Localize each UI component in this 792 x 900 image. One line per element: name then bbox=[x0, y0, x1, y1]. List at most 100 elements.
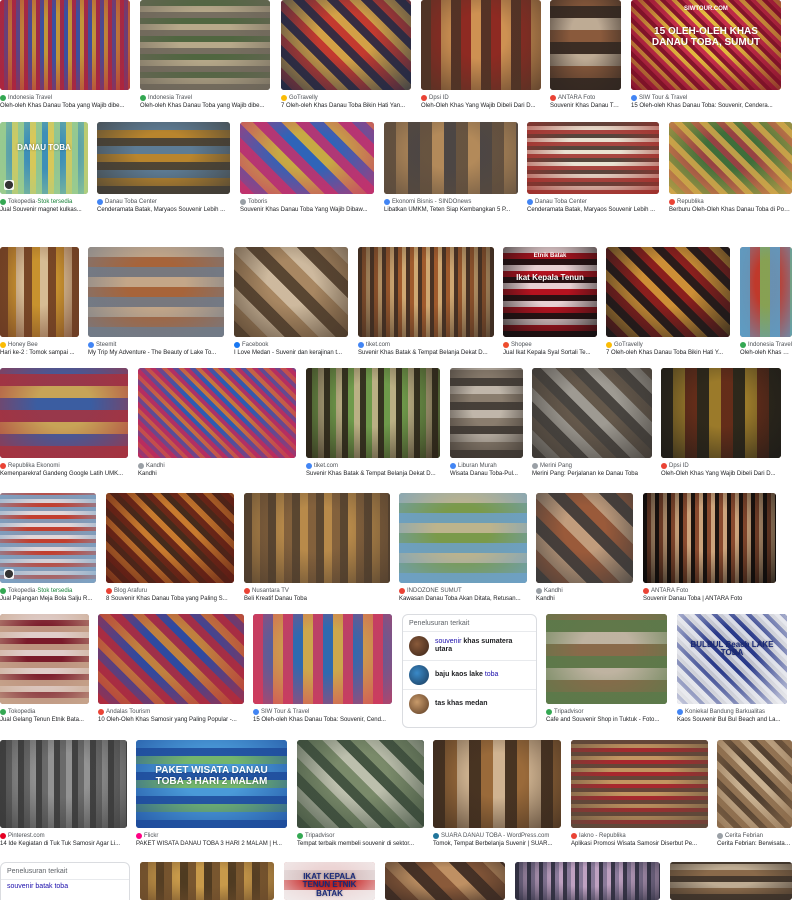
image-result[interactable]: Andalas Tourism 10 Oleh-Oleh Khas Samosir… bbox=[98, 614, 244, 726]
result-source[interactable]: Pinterest.com bbox=[0, 832, 127, 840]
result-caption[interactable]: Oleh-oleh Khas Danau Toba yang Wajib dib… bbox=[140, 102, 270, 110]
image-result[interactable]: Tripadvisor Cafe and Souvenir Shop in Tuk… bbox=[546, 614, 667, 726]
result-thumbnail[interactable] bbox=[527, 122, 659, 194]
result-caption[interactable]: Kawasan Danau Toba Akan Ditata, Retusan.… bbox=[399, 595, 527, 603]
result-source[interactable]: Steemit bbox=[88, 341, 224, 349]
result-source[interactable]: Indonesia Travel bbox=[740, 341, 792, 349]
related-search-item[interactable]: souvenir khas sumatera utara bbox=[403, 631, 536, 660]
result-caption[interactable]: Souvenir Khas Danau Toba Yang Wajib Diba… bbox=[240, 206, 374, 214]
image-result[interactable]: SIW Tour & Travel 15 Oleh-oleh Khas Danau… bbox=[253, 614, 392, 726]
result-caption[interactable]: Beli Kreatif Danau Toba bbox=[244, 595, 390, 603]
image-result[interactable]: Cerita Febrian Cerita Febrian: Berwisata … bbox=[717, 740, 792, 850]
image-result[interactable]: INDOZONE SUMUT Kawasan Danau Toba Akan Di… bbox=[399, 493, 527, 605]
image-result[interactable]: ⬤ Tokopedia · Stok tersedia Jual Pajangan … bbox=[0, 493, 96, 605]
result-source[interactable]: SIW Tour & Travel bbox=[631, 94, 781, 102]
result-caption[interactable]: 14 Ide Kegiatan di Tuk Tuk Samosir Agar … bbox=[0, 840, 127, 848]
image-result[interactable]: Danau Toba Center Cenderamata Batak, Mary… bbox=[97, 122, 230, 216]
result-thumbnail[interactable] bbox=[669, 122, 792, 194]
image-result[interactable]: GoTravelly 7 Oleh-oleh Khas Danau Toba Bi… bbox=[281, 0, 411, 112]
image-result[interactable]: PAKET WISATA DANAU TOBA 3 HARI 2 MALAM Fl… bbox=[136, 740, 287, 850]
result-source[interactable]: GoTravelly bbox=[281, 94, 411, 102]
result-thumbnail[interactable] bbox=[253, 614, 392, 704]
image-result[interactable]: Kandhi Kandhi bbox=[536, 493, 633, 605]
result-source[interactable]: Flickr bbox=[136, 832, 287, 840]
result-thumbnail[interactable] bbox=[244, 493, 390, 583]
result-source[interactable]: Kandhi bbox=[138, 462, 296, 470]
image-result[interactable]: Republika Berburu Oleh-Oleh Khas Danau To… bbox=[669, 122, 792, 216]
result-thumbnail[interactable] bbox=[0, 0, 130, 90]
result-thumbnail[interactable] bbox=[661, 368, 781, 458]
image-result[interactable]: Tripadvisor Tempat terbaik membeli souven… bbox=[297, 740, 424, 850]
image-result[interactable]: Danau Toba Center Cenderamata Batak, Mary… bbox=[527, 122, 659, 216]
result-source[interactable]: Cerita Febrian bbox=[717, 832, 792, 840]
result-thumbnail[interactable] bbox=[643, 493, 776, 583]
result-caption[interactable]: Cenderamata Batak, Maryaos Souvenir Lebi… bbox=[97, 206, 230, 214]
result-thumbnail[interactable] bbox=[240, 122, 374, 194]
result-source[interactable]: Andalas Tourism bbox=[98, 708, 244, 716]
image-result[interactable]: ANTARA Foto Souvenir Danau Toba | ANTARA … bbox=[643, 493, 776, 605]
result-source[interactable]: Toboris bbox=[240, 198, 374, 206]
result-thumbnail[interactable] bbox=[140, 0, 270, 90]
result-source[interactable]: Ekonomi Bisnis - SINDOnews bbox=[384, 198, 518, 206]
result-thumbnail[interactable] bbox=[98, 614, 244, 704]
result-source[interactable]: Danau Toba Center bbox=[97, 198, 230, 206]
image-result[interactable] bbox=[670, 862, 792, 900]
result-caption[interactable]: Cenderamata Batak, Maryaos Souvenir Lebi… bbox=[527, 206, 659, 214]
result-caption[interactable]: 15 Oleh-oleh Khas Danau Toba: Souvenir, … bbox=[253, 716, 392, 724]
result-thumbnail[interactable] bbox=[0, 368, 128, 458]
image-result[interactable]: Dpsi ID Oleh-Oleh Khas Yang Wajib Dibeli … bbox=[421, 0, 541, 112]
image-result[interactable]: ANTARA FotoSouvenir Khas Danau Toba | AN… bbox=[550, 0, 621, 112]
result-thumbnail[interactable]: SIWTOUR.COM 15 OLEH-OLEH KHAS DANAU TOBA,… bbox=[631, 0, 781, 90]
image-result[interactable]: Indonesia Travel Oleh-oleh Khas Da... bbox=[740, 247, 792, 359]
image-result[interactable]: IKAT KEPALA TENUN ETNIK BATAK bbox=[284, 862, 375, 900]
result-thumbnail[interactable]: IKAT KEPALA TENUN ETNIK BATAK bbox=[284, 862, 375, 900]
result-source[interactable]: Dpsi ID bbox=[661, 462, 781, 470]
result-caption[interactable]: 7 Oleh-oleh Khas Danau Toba Bikin Hati Y… bbox=[281, 102, 411, 110]
result-thumbnail[interactable] bbox=[106, 493, 234, 583]
result-thumbnail[interactable] bbox=[532, 368, 652, 458]
result-thumbnail[interactable]: Etnik Batak Ikat Kepala Tenun bbox=[503, 247, 597, 337]
result-source[interactable]: Indonesia Travel bbox=[140, 94, 270, 102]
result-source[interactable]: INDOZONE SUMUT bbox=[399, 587, 527, 595]
result-thumbnail[interactable]: ⬤ bbox=[0, 493, 96, 583]
result-thumbnail[interactable] bbox=[384, 122, 518, 194]
result-caption[interactable]: My Trip My Adventure - The Beauty of Lak… bbox=[88, 349, 224, 357]
result-caption[interactable]: Tempat terbaik membeli souvenir di sekto… bbox=[297, 840, 424, 848]
result-thumbnail[interactable] bbox=[385, 862, 505, 900]
result-thumbnail[interactable] bbox=[0, 614, 89, 704]
result-caption[interactable]: Souvenir Khas Danau Toba | ANTARA Foto bbox=[550, 102, 621, 110]
result-thumbnail[interactable] bbox=[606, 247, 730, 337]
result-caption[interactable]: 10 Oleh-Oleh Khas Samosir yang Paling Po… bbox=[98, 716, 244, 724]
result-thumbnail[interactable] bbox=[358, 247, 494, 337]
result-caption[interactable]: Jual Pajangan Meja Bola Salju R... bbox=[0, 595, 96, 603]
related-search-item[interactable]: baju kaos lake toba bbox=[403, 660, 536, 689]
image-result[interactable]: Liburan Murah Wisata Danau Toba-Pul... bbox=[450, 368, 523, 480]
image-result[interactable]: Dpsi ID Oleh-Oleh Khas Yang Wajib Dibeli … bbox=[661, 368, 781, 480]
result-thumbnail[interactable] bbox=[297, 740, 424, 828]
result-thumbnail[interactable] bbox=[88, 247, 224, 337]
result-caption[interactable]: Jual Ikat Kepala Syal Sortali Te... bbox=[503, 349, 597, 357]
result-caption[interactable]: Merini Pang: Perjalanan ke Danau Toba bbox=[532, 470, 652, 478]
result-thumbnail[interactable] bbox=[550, 0, 621, 90]
result-thumbnail[interactable] bbox=[536, 493, 633, 583]
result-thumbnail[interactable] bbox=[571, 740, 708, 828]
result-caption[interactable]: Oleh-oleh Khas Da... bbox=[740, 349, 792, 357]
image-result[interactable]: SIWTOUR.COM 15 OLEH-OLEH KHAS DANAU TOBA,… bbox=[631, 0, 781, 112]
result-thumbnail[interactable] bbox=[399, 493, 527, 583]
related-search-item[interactable]: souvenir batak toba bbox=[1, 879, 129, 893]
image-result[interactable]: Nusantara TV Beli Kreatif Danau Toba bbox=[244, 493, 390, 605]
image-result[interactable]: Tokopedia Jual Gelang Tenun Etnik Bata... bbox=[0, 614, 89, 726]
result-source[interactable]: Republika Ekonomi bbox=[0, 462, 128, 470]
image-result[interactable]: DANAU TOBA ⬤ Tokopedia · Stok tersedia Jual… bbox=[0, 122, 88, 216]
result-source[interactable]: Tokopedia · Stok tersedia bbox=[0, 198, 88, 206]
result-thumbnail[interactable] bbox=[0, 740, 127, 828]
result-source[interactable]: Iakno - Republika bbox=[571, 832, 708, 840]
result-thumbnail[interactable] bbox=[234, 247, 348, 337]
result-caption[interactable]: Oleh-Oleh Khas Yang Wajib Dibeli Dari D.… bbox=[421, 102, 541, 110]
result-caption[interactable]: Berburu Oleh-Oleh Khas Danau Toba di Pon… bbox=[669, 206, 792, 214]
result-caption[interactable]: Suvenir Khas Batak & Tempat Belanja Deka… bbox=[358, 349, 494, 357]
result-thumbnail[interactable] bbox=[97, 122, 230, 194]
result-thumbnail[interactable] bbox=[740, 247, 792, 337]
image-result[interactable]: tiket.com Suvenir Khas Batak & Tempat Bel… bbox=[358, 247, 494, 359]
result-source[interactable]: Tripadvisor bbox=[546, 708, 667, 716]
